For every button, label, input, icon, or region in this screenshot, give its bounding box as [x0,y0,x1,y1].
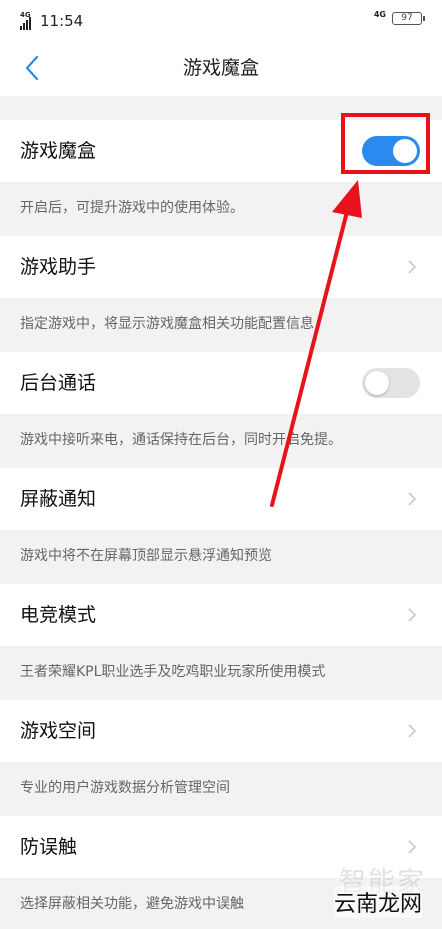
setting-label: 电竞模式 [20,604,97,626]
setting-description: 指定游戏中，将显示游戏魔盒相关功能配置信息 [0,298,442,352]
background-call-toggle[interactable] [362,368,420,398]
battery-icon: 97 [392,12,425,25]
battery-level: 97 [401,13,413,23]
status-bar: 4G 11:54 4G 97 [0,0,442,40]
settings-list: 游戏魔盒 开启后，可提升游戏中的使用体验。 游戏助手 指定游戏中，将显示游戏魔盒… [0,120,442,929]
page-title: 游戏魔盒 [182,57,259,79]
chevron-right-icon [402,837,422,857]
toggle-knob [365,371,389,395]
setting-row-esports-mode[interactable]: 电竞模式 [0,584,442,646]
chevron-right-icon [402,721,422,741]
setting-label: 防误触 [20,836,78,858]
setting-label: 游戏助手 [20,256,97,278]
annotation-highlight-box [341,113,430,174]
setting-label: 屏蔽通知 [20,488,97,510]
setting-description: 开启后，可提升游戏中的使用体验。 [0,182,442,236]
setting-description: 王者荣耀KPL职业选手及吃鸡职业玩家所使用模式 [0,646,442,700]
chevron-right-icon [402,257,422,277]
setting-description: 专业的用户游戏数据分析管理空间 [0,762,442,816]
setting-label: 后台通话 [20,372,97,394]
setting-row-game-assistant[interactable]: 游戏助手 [0,236,442,298]
setting-row-background-call[interactable]: 后台通话 [0,352,442,414]
setting-label: 游戏魔盒 [20,140,97,162]
setting-row-block-notifications[interactable]: 屏蔽通知 [0,468,442,530]
chevron-right-icon [402,489,422,509]
status-time: 11:54 [40,12,84,30]
status-right: 4G 97 [373,10,425,25]
setting-label: 游戏空间 [20,720,97,742]
setting-description: 游戏中将不在屏幕顶部显示悬浮通知预览 [0,530,442,584]
status-left: 4G 11:54 [20,12,83,30]
setting-description: 游戏中接听来电，通话保持在后台，同时开启免提。 [0,414,442,468]
network-type-right: 4G [373,10,386,19]
chevron-right-icon [402,605,422,625]
setting-row-game-space[interactable]: 游戏空间 [0,700,442,762]
signal-icon: 4G [20,12,36,30]
watermark-text: 云南龙网 [333,886,422,918]
header: 游戏魔盒 [0,40,442,96]
